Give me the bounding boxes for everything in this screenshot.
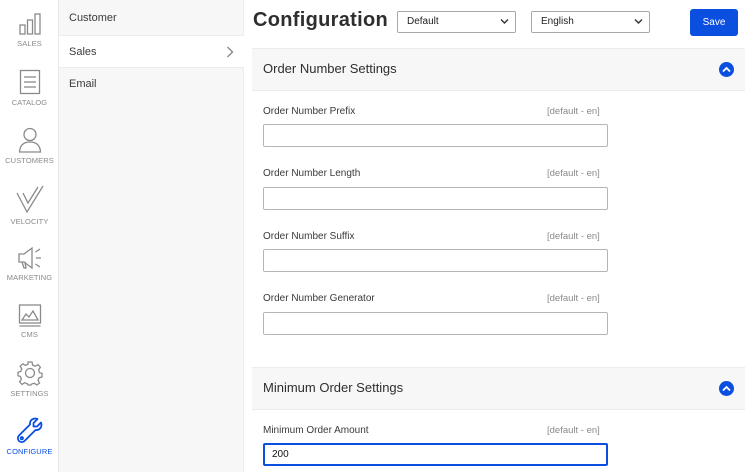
field-scope: [default - en] [547,293,600,304]
nav-item-catalog[interactable]: CATALOG [0,69,59,107]
nav-label-settings: SETTINGS [10,389,49,398]
nav-item-customers[interactable]: CUSTOMERS [0,127,59,165]
section-header-minimum-order[interactable]: Minimum Order Settings [252,367,745,410]
nav-label-customers: CUSTOMERS [5,156,54,165]
main-content: Configuration Default English Save Order… [244,0,745,472]
catalog-icon [19,69,40,95]
image-icon [18,304,41,327]
wrench-icon [16,417,42,444]
nav-item-settings[interactable]: SETTINGS [0,360,59,398]
order-number-length-input[interactable] [263,187,608,210]
bar-chart-icon [18,13,41,35]
chevron-up-icon [722,385,731,392]
nav-item-sales[interactable]: SALES [0,12,59,48]
save-button[interactable]: Save [690,9,738,36]
velocity-icon [15,185,44,214]
field-scope: [default - en] [547,106,600,117]
chevron-down-icon [500,19,509,24]
section-title: Order Number Settings [263,61,397,76]
submenu-label: Sales [69,46,97,58]
megaphone-icon [17,246,41,270]
section-title: Minimum Order Settings [263,380,404,395]
field-scope: [default - en] [547,168,600,179]
chevron-down-icon [634,19,643,24]
nav-label-configure: CONFIGURE [6,447,53,456]
locale-select-value: English [541,16,574,27]
field-label-minimum-order-amount: Minimum Order Amount [263,425,369,436]
submenu-item-customer[interactable]: Customer [59,2,244,35]
order-number-suffix-input[interactable] [263,249,608,272]
nav-item-marketing[interactable]: MARKETING [0,246,59,282]
chevron-right-icon [227,46,234,58]
locale-select[interactable]: English [531,11,650,33]
field-scope: [default - en] [547,425,600,436]
nav-item-velocity[interactable]: VELOCITY [0,184,59,226]
section-header-order-number[interactable]: Order Number Settings [252,48,745,91]
main-nav-rail: SALES CATALOG CUSTOMERS VELOCITY MARKETI… [0,0,59,472]
user-icon [18,127,41,153]
field-label-order-number-suffix: Order Number Suffix [263,231,355,242]
page-title: Configuration [253,9,388,31]
chevron-up-icon [722,66,731,73]
nav-item-configure[interactable]: CONFIGURE [0,416,59,456]
nav-label-marketing: MARKETING [6,273,53,282]
field-label-order-number-generator: Order Number Generator [263,293,375,304]
field-scope: [default - en] [547,231,600,242]
order-number-prefix-input[interactable] [263,124,608,147]
order-number-generator-input[interactable] [263,312,608,335]
submenu-item-email[interactable]: Email [59,68,244,101]
submenu-item-sales[interactable]: Sales [59,35,244,68]
field-label-order-number-length: Order Number Length [263,168,361,179]
field-label-order-number-prefix: Order Number Prefix [263,106,356,117]
collapse-section-button[interactable] [719,62,734,77]
nav-item-cms[interactable]: CMS [0,303,59,339]
nav-label-catalog: CATALOG [11,98,48,107]
config-submenu: Customer Sales Email [59,0,244,472]
nav-label-sales: SALES [17,39,42,48]
collapse-section-button[interactable] [719,381,734,396]
nav-label-cms: CMS [21,330,38,339]
channel-select-value: Default [407,16,439,27]
submenu-label: Customer [69,12,117,24]
channel-select[interactable]: Default [397,11,516,33]
submenu-label: Email [69,78,97,90]
nav-label-velocity: VELOCITY [10,217,49,226]
gear-icon [16,361,43,386]
minimum-order-amount-input[interactable] [263,443,608,466]
